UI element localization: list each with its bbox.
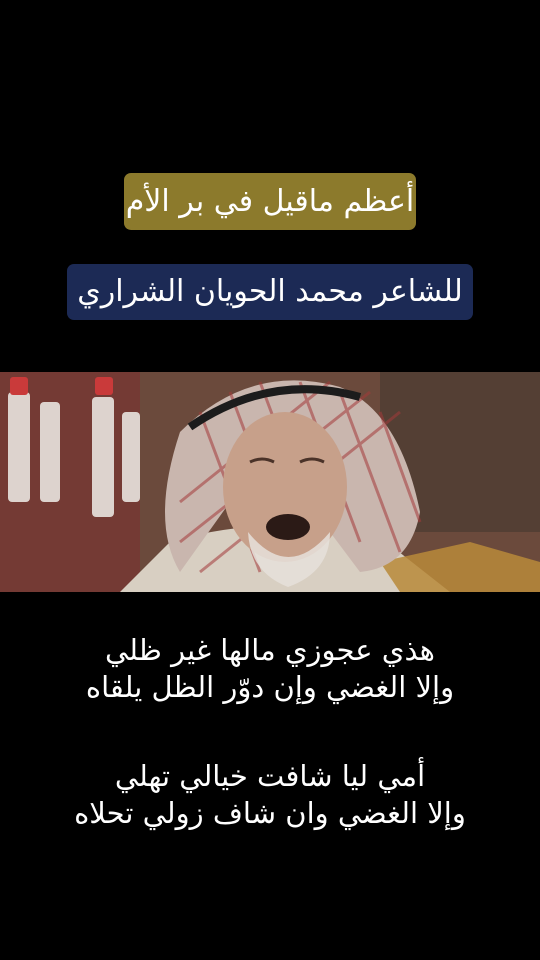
title-badge: أعظم ماقيل في بر الأم xyxy=(124,173,416,230)
poem-line: هذي عجوزي مالها غير ظلي xyxy=(105,633,435,667)
poem-line: وإلا الغضي وإن دوّر الظل يلقاه xyxy=(85,670,455,704)
poem-stanza-1: هذي عجوزي مالها غير ظلي وإلا الغضي وإن د… xyxy=(0,632,540,706)
subtitle-badge: للشاعر محمد الحويان الشراري xyxy=(67,264,473,320)
poem-line: أمي ليا شافت خيالي تهلي xyxy=(114,759,426,793)
video-still-illustration xyxy=(0,372,540,592)
poem-line: وإلا الغضي وان شاف زولي تحلاه xyxy=(74,796,466,830)
poet-credit: للشاعر محمد الحويان الشراري xyxy=(77,274,463,309)
video-frame[interactable] xyxy=(0,372,540,592)
video-title: أعظم ماقيل في بر الأم xyxy=(125,183,415,219)
poem-stanza-2: أمي ليا شافت خيالي تهلي وإلا الغضي وان ش… xyxy=(0,758,540,832)
